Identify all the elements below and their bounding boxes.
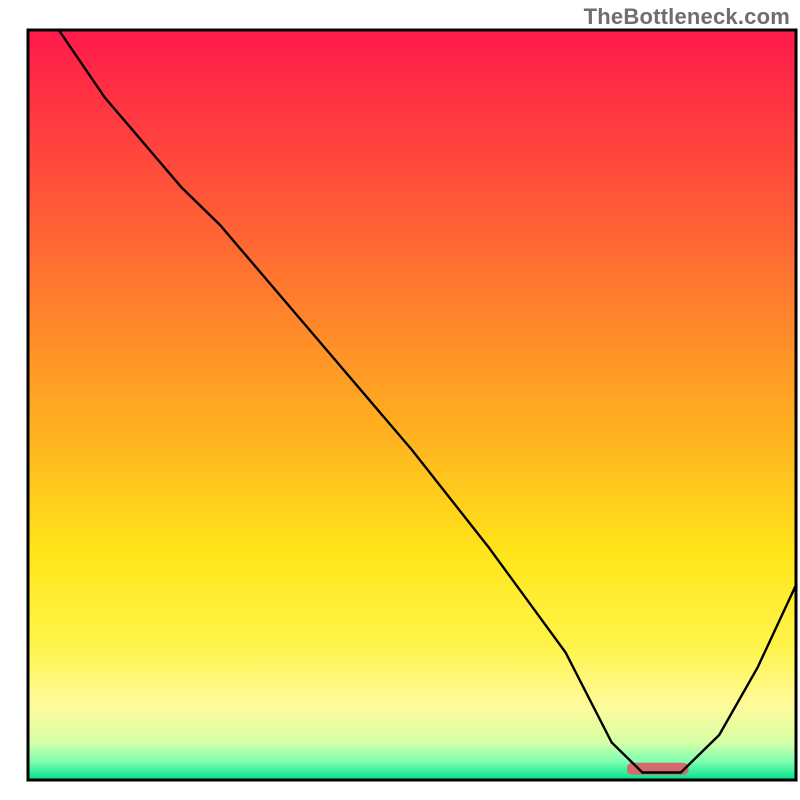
watermark-text: TheBottleneck.com [584, 4, 790, 30]
bottleneck-chart [0, 0, 800, 800]
